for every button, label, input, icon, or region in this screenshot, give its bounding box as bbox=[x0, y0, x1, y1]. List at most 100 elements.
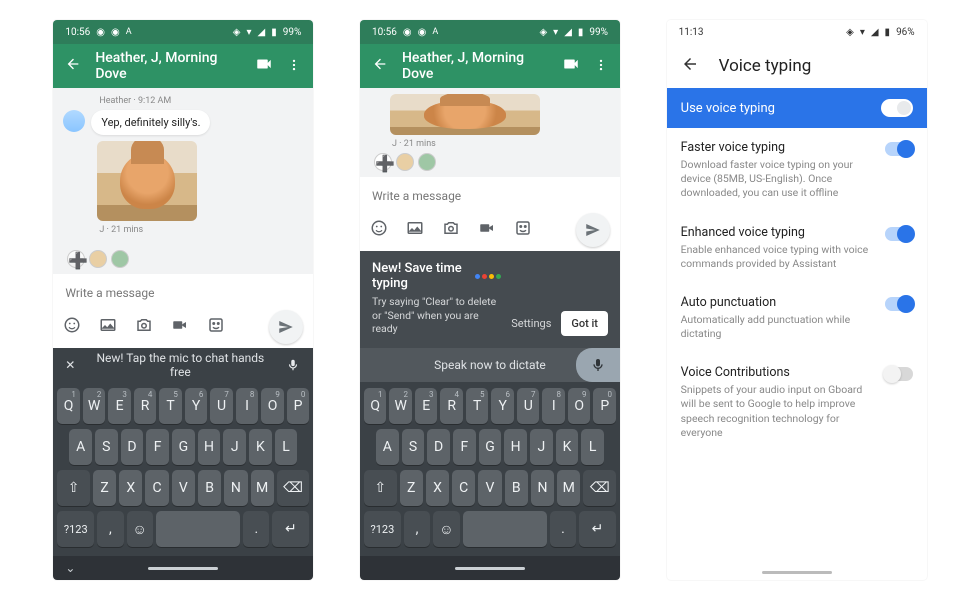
gallery-icon[interactable] bbox=[99, 316, 117, 338]
key[interactable]: B bbox=[198, 470, 221, 506]
chat-title[interactable]: Heather, J, Morning Dove bbox=[95, 50, 241, 82]
key[interactable]: Q1 bbox=[57, 388, 80, 424]
key[interactable]: M bbox=[251, 470, 274, 506]
key[interactable]: O9 bbox=[568, 388, 591, 424]
numbers-key[interactable]: ?123 bbox=[364, 511, 401, 547]
key[interactable]: L bbox=[581, 429, 604, 465]
chat-body[interactable]: J · 21 mins ➕ bbox=[360, 88, 620, 177]
nav-chevron-down-icon[interactable]: ⌄ bbox=[65, 561, 75, 575]
period-key[interactable]: . bbox=[243, 511, 269, 547]
key[interactable]: L bbox=[275, 429, 298, 465]
setting-row[interactable]: Auto punctuationAutomatically add punctu… bbox=[667, 283, 927, 353]
key[interactable]: S bbox=[95, 429, 118, 465]
key[interactable]: H bbox=[198, 429, 221, 465]
overflow-icon[interactable] bbox=[287, 57, 301, 76]
shift-key[interactable]: ⇧ bbox=[364, 470, 397, 506]
compose-input[interactable]: Write a message bbox=[370, 185, 610, 213]
key[interactable]: B bbox=[505, 470, 528, 506]
key[interactable]: P0 bbox=[593, 388, 616, 424]
key[interactable]: U7 bbox=[517, 388, 540, 424]
key[interactable]: Z bbox=[93, 470, 116, 506]
chip-icon[interactable]: ➕ bbox=[374, 153, 392, 171]
space-key[interactable] bbox=[156, 511, 240, 547]
chat-title[interactable]: Heather, J, Morning Dove bbox=[402, 50, 548, 82]
key[interactable]: J bbox=[530, 429, 553, 465]
key[interactable]: H bbox=[504, 429, 527, 465]
key[interactable]: R4 bbox=[440, 388, 463, 424]
key[interactable]: W2 bbox=[83, 388, 106, 424]
space-key[interactable] bbox=[463, 511, 547, 547]
key[interactable]: N bbox=[531, 470, 554, 506]
key[interactable]: Q1 bbox=[364, 388, 387, 424]
key[interactable]: D bbox=[427, 429, 450, 465]
comma-key[interactable]: , bbox=[404, 511, 430, 547]
key[interactable]: F bbox=[453, 429, 476, 465]
key[interactable]: A bbox=[69, 429, 92, 465]
image-message[interactable] bbox=[97, 141, 197, 221]
key[interactable]: C bbox=[452, 470, 475, 506]
mic-button-active[interactable] bbox=[576, 348, 620, 382]
overflow-icon[interactable] bbox=[594, 57, 608, 76]
video-icon[interactable] bbox=[478, 219, 496, 241]
back-icon[interactable] bbox=[681, 55, 699, 78]
key[interactable]: W2 bbox=[389, 388, 412, 424]
key[interactable]: X bbox=[119, 470, 142, 506]
back-icon[interactable] bbox=[372, 56, 388, 76]
key[interactable]: K bbox=[556, 429, 579, 465]
gallery-icon[interactable] bbox=[406, 219, 424, 241]
key[interactable]: Y6 bbox=[491, 388, 514, 424]
backspace-key[interactable]: ⌫ bbox=[583, 470, 616, 506]
key[interactable]: T5 bbox=[159, 388, 182, 424]
key[interactable]: N bbox=[224, 470, 247, 506]
reaction-chips[interactable]: ➕ bbox=[67, 250, 303, 268]
key[interactable]: Z bbox=[400, 470, 423, 506]
video-icon[interactable] bbox=[171, 316, 189, 338]
numbers-key[interactable]: ?123 bbox=[57, 511, 94, 547]
key[interactable]: U7 bbox=[210, 388, 233, 424]
emoji-icon[interactable] bbox=[370, 219, 388, 241]
key[interactable]: V bbox=[172, 470, 195, 506]
key[interactable]: K bbox=[249, 429, 272, 465]
setting-row[interactable]: Faster voice typingDownload faster voice… bbox=[667, 128, 927, 213]
key[interactable]: J bbox=[223, 429, 246, 465]
comma-key[interactable]: , bbox=[97, 511, 123, 547]
key[interactable]: F bbox=[146, 429, 169, 465]
emoji-key[interactable]: ☺ bbox=[433, 511, 459, 547]
period-key[interactable]: . bbox=[550, 511, 576, 547]
chip-icon[interactable]: ➕ bbox=[67, 250, 85, 268]
back-icon[interactable] bbox=[65, 56, 81, 76]
setting-row[interactable]: Enhanced voice typingEnable enhanced voi… bbox=[667, 213, 927, 283]
home-indicator[interactable] bbox=[148, 567, 218, 570]
key[interactable]: P0 bbox=[287, 388, 310, 424]
key[interactable]: G bbox=[479, 429, 502, 465]
enter-key[interactable]: ↵ bbox=[579, 511, 616, 547]
key[interactable]: E3 bbox=[415, 388, 438, 424]
toggle-use-voice[interactable] bbox=[881, 99, 913, 117]
key[interactable]: G bbox=[172, 429, 195, 465]
chat-body[interactable]: Heather · 9:12 AM Yep, definitely silly'… bbox=[53, 88, 313, 274]
chip-avatar-1[interactable] bbox=[396, 153, 414, 171]
key[interactable]: S bbox=[402, 429, 425, 465]
backspace-key[interactable]: ⌫ bbox=[277, 470, 310, 506]
avatar[interactable] bbox=[63, 110, 85, 132]
send-button[interactable] bbox=[269, 310, 303, 344]
close-icon[interactable]: ✕ bbox=[53, 358, 87, 372]
send-button[interactable] bbox=[576, 213, 610, 247]
chip-avatar-2[interactable] bbox=[418, 153, 436, 171]
key[interactable]: E3 bbox=[108, 388, 131, 424]
banner-settings-link[interactable]: Settings bbox=[511, 317, 551, 330]
key[interactable]: T5 bbox=[466, 388, 489, 424]
toggle[interactable] bbox=[885, 297, 913, 311]
toggle[interactable] bbox=[885, 142, 913, 156]
msg-bubble[interactable]: Yep, definitely silly's. bbox=[91, 110, 210, 135]
enter-key[interactable]: ↵ bbox=[272, 511, 309, 547]
key[interactable]: I8 bbox=[236, 388, 259, 424]
video-call-icon[interactable] bbox=[255, 55, 273, 77]
key[interactable]: D bbox=[121, 429, 144, 465]
video-call-icon[interactable] bbox=[562, 55, 580, 77]
toggle[interactable] bbox=[885, 227, 913, 241]
key[interactable]: C bbox=[145, 470, 168, 506]
image-message[interactable] bbox=[390, 94, 540, 135]
sticker-icon[interactable] bbox=[207, 316, 225, 338]
sticker-icon[interactable] bbox=[514, 219, 532, 241]
